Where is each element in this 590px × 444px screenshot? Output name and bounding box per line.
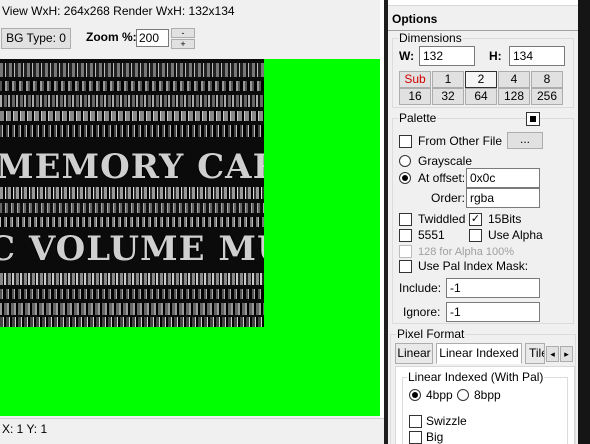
use-pal-mask-label: Use Pal Index Mask: xyxy=(418,259,529,273)
tab-scroll-left-button[interactable]: ◂ xyxy=(546,346,559,362)
noise-band xyxy=(0,187,264,199)
5551-label: 5551 xyxy=(418,228,445,242)
ignore-input[interactable]: -1 xyxy=(446,302,540,322)
15bits-checkbox[interactable]: ✓ xyxy=(469,213,482,226)
render-canvas[interactable]: MEMORY CARD C VOLUME MUSIC xyxy=(0,59,380,416)
panel-scrollbar[interactable] xyxy=(578,0,590,444)
palette-legend: Palette xyxy=(398,111,438,125)
texture-preview: MEMORY CARD C VOLUME MUSIC xyxy=(0,59,264,327)
height-label: H: xyxy=(489,49,502,63)
tab-linear-indexed[interactable]: Linear Indexed xyxy=(436,343,522,364)
swizzle-label: Swizzle xyxy=(426,414,467,428)
pixel-format-legend: Pixel Format xyxy=(396,327,466,341)
zoom-increase-button[interactable]: + xyxy=(171,39,195,49)
tab-page: Linear Indexed (With Pal) 4bpp 8bpp Swiz… xyxy=(395,366,575,444)
noise-band xyxy=(0,303,264,315)
status-bar: X: 1 Y: 1 xyxy=(0,418,384,444)
include-input[interactable]: -1 xyxy=(446,278,540,298)
floppy-disk-icon[interactable] xyxy=(526,112,540,126)
grayscale-label: Grayscale xyxy=(418,154,473,168)
texture-text-memory-card: MEMORY CARD xyxy=(0,147,264,187)
options-panel: Options Dimensions W: 132 H: 134 Sub 1 2… xyxy=(388,0,578,444)
zoom-label: Zoom %: xyxy=(86,30,137,44)
dim-1-button[interactable]: 1 xyxy=(432,71,464,88)
big-label: Big xyxy=(426,430,444,444)
tab-linear[interactable]: Linear xyxy=(395,343,433,364)
browse-palette-button[interactable]: ... xyxy=(507,132,543,149)
alpha-128-label: 128 for Alpha 100% xyxy=(418,246,515,258)
floppy-disk-icon-glyph xyxy=(530,116,536,122)
use-alpha-checkbox[interactable] xyxy=(469,229,482,242)
dim-4-button[interactable]: 4 xyxy=(498,71,530,88)
offset-input[interactable]: 0x0c xyxy=(466,168,540,188)
swizzle-checkbox[interactable] xyxy=(409,415,422,428)
palette-group: Palette From Other File ... Grayscale At… xyxy=(392,112,574,324)
twiddled-label: Twiddled xyxy=(418,212,466,226)
alpha-128-checkbox[interactable] xyxy=(399,245,412,258)
8bpp-label: 8bpp xyxy=(474,388,501,402)
at-offset-label: At offset: xyxy=(418,171,466,185)
width-label: W: xyxy=(399,49,415,63)
texture-text-volume-music: C VOLUME MUSIC xyxy=(0,229,264,269)
noise-band xyxy=(0,111,264,121)
radio-selected-dot xyxy=(402,175,408,181)
height-input[interactable]: 134 xyxy=(509,46,565,66)
view-info-title: View WxH: 264x268 Render WxH: 132x134 xyxy=(2,4,235,18)
noise-band xyxy=(0,81,264,91)
use-pal-mask-checkbox[interactable] xyxy=(399,260,412,273)
4bpp-radio[interactable] xyxy=(409,389,421,401)
noise-band xyxy=(0,217,264,227)
noise-band xyxy=(0,203,264,213)
15bits-label: 15Bits xyxy=(488,212,522,226)
check-icon: ✓ xyxy=(470,213,481,225)
linear-indexed-legend: Linear Indexed (With Pal) xyxy=(407,370,545,384)
order-label: Order: xyxy=(431,191,466,205)
zoom-decrease-button[interactable]: - xyxy=(171,28,195,38)
radio-selected-dot xyxy=(412,392,418,398)
from-other-file-checkbox[interactable] xyxy=(399,135,412,148)
include-label: Include: xyxy=(399,281,442,295)
width-input[interactable]: 132 xyxy=(419,46,475,66)
dim-32-button[interactable]: 32 xyxy=(432,88,464,105)
ignore-label: Ignore: xyxy=(403,305,441,319)
5551-checkbox[interactable] xyxy=(399,229,412,242)
dimensions-legend: Dimensions xyxy=(398,31,463,45)
at-offset-radio[interactable] xyxy=(399,172,411,184)
noise-band xyxy=(0,317,264,327)
8bpp-radio[interactable] xyxy=(457,389,469,401)
dim-sub-button[interactable]: Sub xyxy=(399,71,431,88)
noise-band xyxy=(0,289,264,299)
twiddled-checkbox[interactable] xyxy=(399,213,412,226)
pixel-format-group: Pixel Format Linear Linear Indexed Tile … xyxy=(390,328,576,444)
options-header-strip xyxy=(388,0,578,6)
4bpp-label: 4bpp xyxy=(426,388,453,402)
dim-128-button[interactable]: 128 xyxy=(498,88,530,105)
dim-2-button[interactable]: 2 xyxy=(465,71,497,88)
dim-16-button[interactable]: 16 xyxy=(399,88,431,105)
tab-scroll-right-button[interactable]: ▸ xyxy=(560,346,573,362)
zoom-input[interactable]: 200 xyxy=(136,29,169,47)
use-alpha-label: Use Alpha xyxy=(488,228,543,242)
order-input[interactable]: rgba xyxy=(466,188,540,208)
dim-256-button[interactable]: 256 xyxy=(531,88,563,105)
noise-band xyxy=(0,63,264,77)
noise-band xyxy=(0,273,264,285)
viewer-toolbar: BG Type: 0 Zoom %: 200 - + xyxy=(0,26,384,52)
from-other-file-label: From Other File xyxy=(418,134,503,148)
grayscale-radio[interactable] xyxy=(399,155,411,167)
zoom-spinner[interactable]: - + xyxy=(171,28,195,49)
texture-viewer: View WxH: 264x268 Render WxH: 132x134 BG… xyxy=(0,0,384,444)
noise-band xyxy=(0,95,264,107)
options-title: Options xyxy=(392,12,438,26)
tab-tile[interactable]: Tile xyxy=(525,343,545,364)
bg-type-button[interactable]: BG Type: 0 xyxy=(1,28,71,49)
big-checkbox[interactable] xyxy=(409,431,422,444)
dim-64-button[interactable]: 64 xyxy=(465,88,497,105)
noise-band xyxy=(0,125,264,137)
linear-indexed-group: Linear Indexed (With Pal) 4bpp 8bpp Swiz… xyxy=(402,371,568,444)
dimensions-group: Dimensions W: 132 H: 134 Sub 1 2 4 8 16 … xyxy=(392,32,574,108)
dim-8-button[interactable]: 8 xyxy=(531,71,563,88)
